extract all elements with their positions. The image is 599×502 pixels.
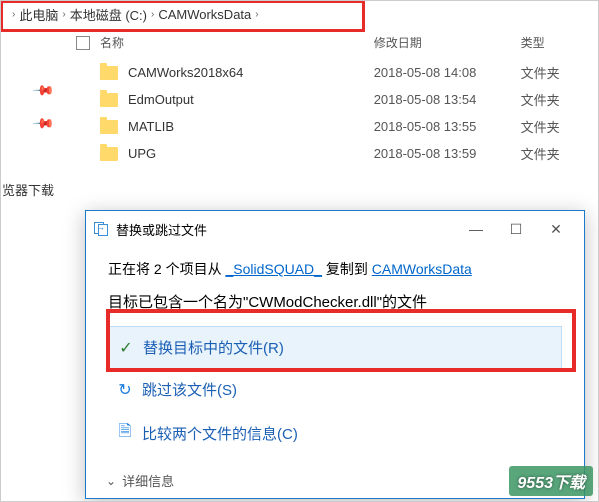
option-replace[interactable]: ✓ 替换目标中的文件(R) <box>108 326 562 369</box>
dialog-titlebar[interactable]: → 替换或跳过文件 — ☐ ✕ <box>86 211 584 247</box>
option-compare[interactable]: 🗎 比较两个文件的信息(C) <box>108 410 562 457</box>
file-name: MATLIB <box>128 119 174 134</box>
chevron-right-icon: › <box>255 9 258 20</box>
folder-icon <box>100 66 118 80</box>
skip-arrow-icon: ↻ <box>114 380 136 400</box>
file-type: 文件夹 <box>521 90 599 109</box>
select-all-checkbox[interactable] <box>76 36 90 50</box>
chevron-right-icon: › <box>62 9 65 20</box>
file-date: 2018-05-08 13:54 <box>374 92 521 107</box>
sidebar-item-label[interactable]: 览器下载 <box>2 180 54 199</box>
minimize-button[interactable]: — <box>456 217 496 241</box>
file-date: 2018-05-08 13:55 <box>374 119 521 134</box>
source-link[interactable]: _SolidSQUAD_ <box>225 261 322 277</box>
file-date: 2018-05-08 13:59 <box>374 146 521 161</box>
copy-replace-icon: → <box>94 222 110 236</box>
file-name: EdmOutput <box>128 92 194 107</box>
watermark: 9553下载 <box>509 466 593 496</box>
breadcrumb[interactable]: › 此电脑 › 本地磁盘 (C:) › CAMWorksData › <box>0 0 599 28</box>
file-type: 文件夹 <box>521 144 599 163</box>
chevron-right-icon: › <box>12 9 15 20</box>
option-skip[interactable]: ↻ 跳过该文件(S) <box>108 369 562 410</box>
file-list: 名称 修改日期 类型 CAMWorks2018x64 2018-05-08 14… <box>0 30 599 167</box>
column-type[interactable]: 类型 <box>521 34 599 51</box>
option-label: 跳过该文件(S) <box>142 379 237 400</box>
dialog-title: 替换或跳过文件 <box>116 220 207 239</box>
file-list-header: 名称 修改日期 类型 <box>70 30 599 59</box>
breadcrumb-item[interactable]: 此电脑 <box>19 5 58 24</box>
breadcrumb-item[interactable]: CAMWorksData <box>158 7 251 22</box>
file-type: 文件夹 <box>521 63 599 82</box>
replace-dialog: → 替换或跳过文件 — ☐ ✕ 正在将 2 个项目从 _SolidSQUAD_ … <box>85 210 585 499</box>
file-name: CAMWorks2018x64 <box>128 65 243 80</box>
maximize-button[interactable]: ☐ <box>496 217 536 241</box>
dialog-message-conflict: 目标已包含一个名为"CWModChecker.dll"的文件 <box>108 291 562 312</box>
column-name[interactable]: 名称 <box>100 34 124 51</box>
file-row[interactable]: UPG 2018-05-08 13:59 文件夹 <box>70 140 599 167</box>
chevron-right-icon: › <box>151 9 154 20</box>
chevron-down-icon: ⌄ <box>106 474 116 488</box>
file-row[interactable]: MATLIB 2018-05-08 13:55 文件夹 <box>70 113 599 140</box>
folder-icon <box>100 147 118 161</box>
option-label: 比较两个文件的信息(C) <box>142 423 298 444</box>
compare-icon: 🗎 <box>114 420 136 447</box>
folder-icon <box>100 93 118 107</box>
file-name: UPG <box>128 146 156 161</box>
checkmark-icon: ✓ <box>115 338 137 358</box>
folder-icon <box>100 120 118 134</box>
dialog-message-copying: 正在将 2 个项目从 _SolidSQUAD_ 复制到 CAMWorksData <box>108 259 562 279</box>
file-row[interactable]: CAMWorks2018x64 2018-05-08 14:08 文件夹 <box>70 59 599 86</box>
details-label: 详细信息 <box>122 471 174 490</box>
option-label: 替换目标中的文件(R) <box>143 337 284 358</box>
file-row[interactable]: EdmOutput 2018-05-08 13:54 文件夹 <box>70 86 599 113</box>
file-date: 2018-05-08 14:08 <box>374 65 521 80</box>
column-modified[interactable]: 修改日期 <box>374 34 521 51</box>
breadcrumb-item[interactable]: 本地磁盘 (C:) <box>70 5 147 24</box>
close-button[interactable]: ✕ <box>536 217 576 241</box>
file-type: 文件夹 <box>521 117 599 136</box>
dest-link[interactable]: CAMWorksData <box>372 261 472 277</box>
